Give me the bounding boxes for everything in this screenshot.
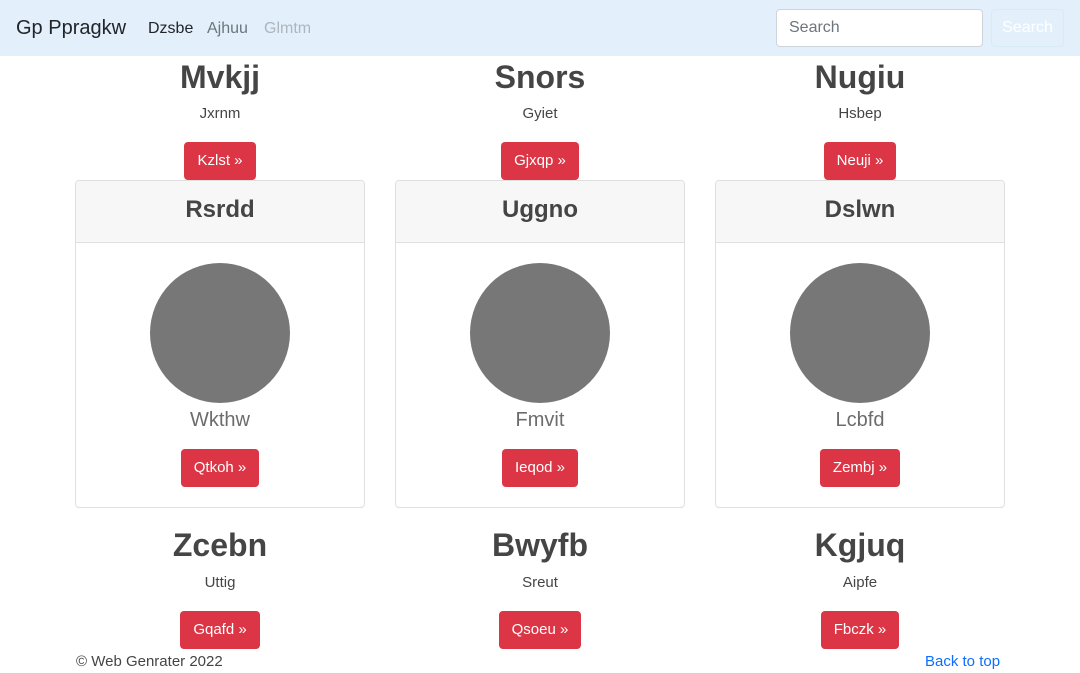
feature-title: Zcebn bbox=[172, 527, 268, 563]
feature-title: Kgjuq bbox=[814, 527, 906, 563]
feature-title: Mvkjj bbox=[179, 59, 261, 95]
feature-text: Gyiet bbox=[522, 105, 558, 122]
card-button[interactable]: Ieqod » bbox=[501, 449, 579, 487]
avatar bbox=[470, 263, 610, 403]
nav-link-glmtm[interactable]: Glmtm bbox=[264, 19, 311, 39]
feature-title: Snors bbox=[494, 59, 586, 95]
feature-text: Jxrnm bbox=[199, 105, 241, 122]
feature-title: Bwyfb bbox=[492, 527, 588, 563]
feature-text: Aipfe bbox=[842, 574, 878, 591]
feature-title: Nugiu bbox=[814, 59, 906, 95]
nav-link-dzsbe[interactable]: Dzsbe bbox=[148, 19, 193, 39]
feature-button[interactable]: Gjxqp » bbox=[501, 142, 579, 180]
card-button[interactable]: Qtkoh » bbox=[180, 449, 260, 487]
card-button[interactable]: Zembj » bbox=[819, 449, 901, 487]
feature-button[interactable]: Kzlst » bbox=[184, 142, 256, 180]
feature-text: Uttig bbox=[204, 574, 236, 591]
footer-copyright: © Web Genrater 2022 bbox=[76, 653, 223, 670]
profile-card-3: Dslwn Lcbfd Zembj » bbox=[715, 180, 1005, 508]
feature-button[interactable]: Fbczk » bbox=[820, 611, 900, 649]
back-to-top-link[interactable]: Back to top bbox=[925, 652, 1000, 672]
card-subtitle: Lcbfd bbox=[835, 409, 885, 431]
nav-link-ajhuu[interactable]: Ajhuu bbox=[207, 19, 248, 39]
search-input[interactable] bbox=[776, 9, 983, 47]
card-header: Dslwn bbox=[716, 181, 1004, 243]
card-header: Uggno bbox=[396, 181, 684, 243]
avatar bbox=[150, 263, 290, 403]
card-subtitle: Fmvit bbox=[515, 409, 565, 431]
feature-text: Sreut bbox=[522, 574, 558, 591]
feature-button[interactable]: Neuji » bbox=[823, 142, 897, 180]
avatar bbox=[790, 263, 930, 403]
feature-button[interactable]: Gqafd » bbox=[180, 611, 260, 649]
profile-card-2: Uggno Fmvit Ieqod » bbox=[395, 180, 685, 508]
search-button[interactable]: Search bbox=[991, 9, 1064, 47]
navbar-brand[interactable]: Gp Ppragkw bbox=[16, 16, 126, 40]
feature-text: Hsbep bbox=[838, 105, 882, 122]
card-header: Rsrdd bbox=[76, 181, 364, 243]
feature-button[interactable]: Qsoeu » bbox=[498, 611, 582, 649]
profile-card-1: Rsrdd Wkthw Qtkoh » bbox=[75, 180, 365, 508]
navbar: Gp Ppragkw Dzsbe Ajhuu Glmtm Search bbox=[0, 0, 1080, 56]
card-subtitle: Wkthw bbox=[190, 409, 250, 431]
